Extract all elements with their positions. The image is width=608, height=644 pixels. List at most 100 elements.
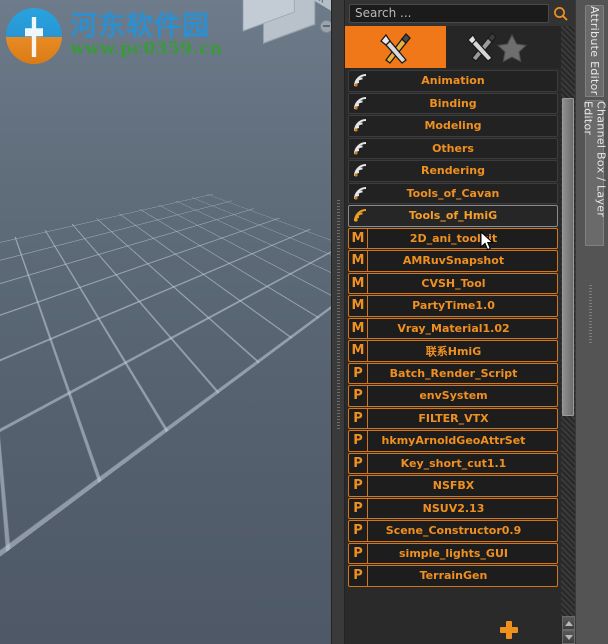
- tool-label: Vray_Material1.02: [397, 321, 510, 335]
- category-row[interactable]: Rendering: [348, 160, 558, 182]
- right-editor-tab-bar: Attribute Editor Channel Box / Layer Edi…: [575, 0, 608, 644]
- tool-type-badge: M: [349, 228, 368, 248]
- tool-row[interactable]: P NSUV2.13: [348, 497, 558, 519]
- tool-type-badge: P: [349, 453, 368, 473]
- category-label: Tools_of_Cavan: [406, 186, 500, 200]
- tool-type-badge: P: [349, 521, 368, 541]
- tool-row[interactable]: P Key_short_cut1.1: [348, 452, 558, 474]
- tool-type-badge: M: [349, 251, 368, 271]
- view-cube-face-front[interactable]: FRONT: [242, 0, 295, 32]
- tool-label: simple_lights_GUI: [399, 546, 508, 560]
- rss-icon: [349, 161, 373, 180]
- category-row[interactable]: Others: [348, 137, 558, 159]
- right-bar-grip-icon: [589, 285, 592, 345]
- tool-row[interactable]: PhkmyArnoldGeoAttrSet: [348, 430, 558, 452]
- tool-row[interactable]: M PartyTime1.0: [348, 295, 558, 317]
- rss-icon: [349, 139, 373, 158]
- tool-label: PartyTime1.0: [412, 299, 495, 313]
- tool-row[interactable]: M 联系HmiG: [348, 340, 558, 362]
- tool-type-badge: M: [349, 318, 368, 338]
- tool-type-badge: M: [349, 341, 368, 361]
- tool-label: Key_short_cut1.1: [400, 456, 507, 470]
- category-label: Animation: [421, 74, 485, 88]
- tool-label: NSUV2.13: [422, 501, 485, 515]
- tool-row[interactable]: Psimple_lights_GUI: [348, 542, 558, 564]
- tool-type-badge: M: [349, 296, 368, 316]
- tool-label: Scene_Constructor0.9: [385, 524, 522, 538]
- tool-label: FILTER_VTX: [418, 411, 489, 425]
- search-icon[interactable]: [549, 2, 571, 24]
- scroll-up-button[interactable]: [562, 616, 575, 630]
- tool-label: envSystem: [419, 389, 488, 403]
- tool-row[interactable]: P Scene_Constructor0.9: [348, 520, 558, 542]
- rss-icon: [349, 94, 373, 113]
- scroll-down-button[interactable]: [562, 630, 575, 644]
- chevron-down-icon: [564, 634, 573, 640]
- tab-channel-box-layer-editor[interactable]: Channel Box / Layer Editor: [582, 100, 608, 246]
- scrollbar-thumb[interactable]: [562, 98, 574, 416]
- tool-row[interactable]: P Batch_Render_Script: [348, 362, 558, 384]
- tool-type-badge: M: [349, 273, 368, 293]
- category-row[interactable]: Binding: [348, 92, 558, 114]
- rss-icon: [349, 71, 373, 90]
- tool-label: AMRuvSnapshot: [402, 254, 505, 268]
- category-label: Rendering: [421, 164, 485, 178]
- tool-type-badge: P: [349, 431, 368, 451]
- category-row[interactable]: Animation: [348, 70, 558, 92]
- panel-tab-row: [345, 26, 575, 68]
- tool-type-badge: P: [349, 386, 368, 406]
- tool-label: 2D_ani_toolkit: [409, 231, 498, 245]
- search-row: [345, 0, 575, 26]
- view-cube-home-icon[interactable]: [320, 20, 331, 33]
- watermark-logo-icon: [6, 8, 62, 64]
- tool-row[interactable]: M AMRuvSnapshot: [348, 250, 558, 272]
- category-label: Tools_of_HmiG: [408, 209, 498, 223]
- panel-splitter[interactable]: [331, 0, 345, 644]
- splitter-grip-icon: [337, 200, 340, 430]
- watermark: 河东软件园 www.pc0359.cn: [6, 8, 223, 64]
- tool-label: CVSH_Tool: [421, 276, 486, 290]
- tool-type-badge: P: [349, 498, 368, 518]
- maya-3d-viewport[interactable]: TOP FRONT RIGHT 河东软件园 www.pc0359.cn: [0, 0, 331, 644]
- tool-row[interactable]: M 2D_ani_toolkit: [348, 227, 558, 249]
- category-label: Others: [432, 141, 474, 155]
- tool-type-badge: P: [349, 543, 368, 563]
- category-label: Binding: [429, 96, 477, 110]
- tool-type-badge: P: [349, 363, 368, 383]
- category-label: Modeling: [424, 119, 482, 133]
- tool-row[interactable]: PenvSystem: [348, 385, 558, 407]
- rss-icon: [349, 206, 373, 225]
- tool-label: TerrainGen: [419, 569, 488, 583]
- tool-label: Batch_Render_Script: [389, 366, 518, 380]
- rss-icon: [349, 116, 373, 135]
- tool-type-badge: P: [349, 566, 368, 586]
- tool-label: NSFBX: [432, 479, 475, 493]
- panel-scrollbar[interactable]: [561, 26, 575, 616]
- tool-label: 联系HmiG: [425, 344, 482, 358]
- tab-attribute-editor[interactable]: Attribute Editor: [585, 5, 604, 97]
- category-row[interactable]: Tools_of_HmiG: [348, 205, 558, 227]
- tool-row[interactable]: P FILTER_VTX: [348, 407, 558, 429]
- tool-row[interactable]: P NSFBX: [348, 475, 558, 497]
- tab-tools[interactable]: [345, 26, 446, 68]
- tool-shelf-panel: Animation Binding Modeling Others Rendering T…: [345, 0, 575, 644]
- tool-list: Animation Binding Modeling Others Rendering T…: [345, 70, 561, 615]
- add-tool-button[interactable]: [345, 615, 561, 644]
- watermark-site-name: 河东软件园: [70, 10, 210, 42]
- tool-type-badge: P: [349, 476, 368, 496]
- search-input[interactable]: [349, 3, 549, 23]
- tab-favorites[interactable]: [446, 26, 547, 68]
- plus-icon: [499, 620, 519, 640]
- tool-type-badge: P: [349, 408, 368, 428]
- view-cube[interactable]: TOP FRONT RIGHT: [242, 0, 331, 44]
- category-row[interactable]: Modeling: [348, 115, 558, 137]
- viewport-grid-floor: [0, 193, 331, 644]
- category-row[interactable]: Tools_of_Cavan: [348, 182, 558, 204]
- chevron-up-icon: [564, 620, 573, 626]
- rss-icon: [349, 184, 373, 203]
- tool-label: hkmyArnoldGeoAttrSet: [381, 434, 526, 448]
- tool-row[interactable]: M CVSH_Tool: [348, 272, 558, 294]
- tool-row[interactable]: M Vray_Material1.02: [348, 317, 558, 339]
- tool-row[interactable]: P TerrainGen: [348, 565, 558, 587]
- watermark-url: www.pc0359.cn: [70, 39, 223, 60]
